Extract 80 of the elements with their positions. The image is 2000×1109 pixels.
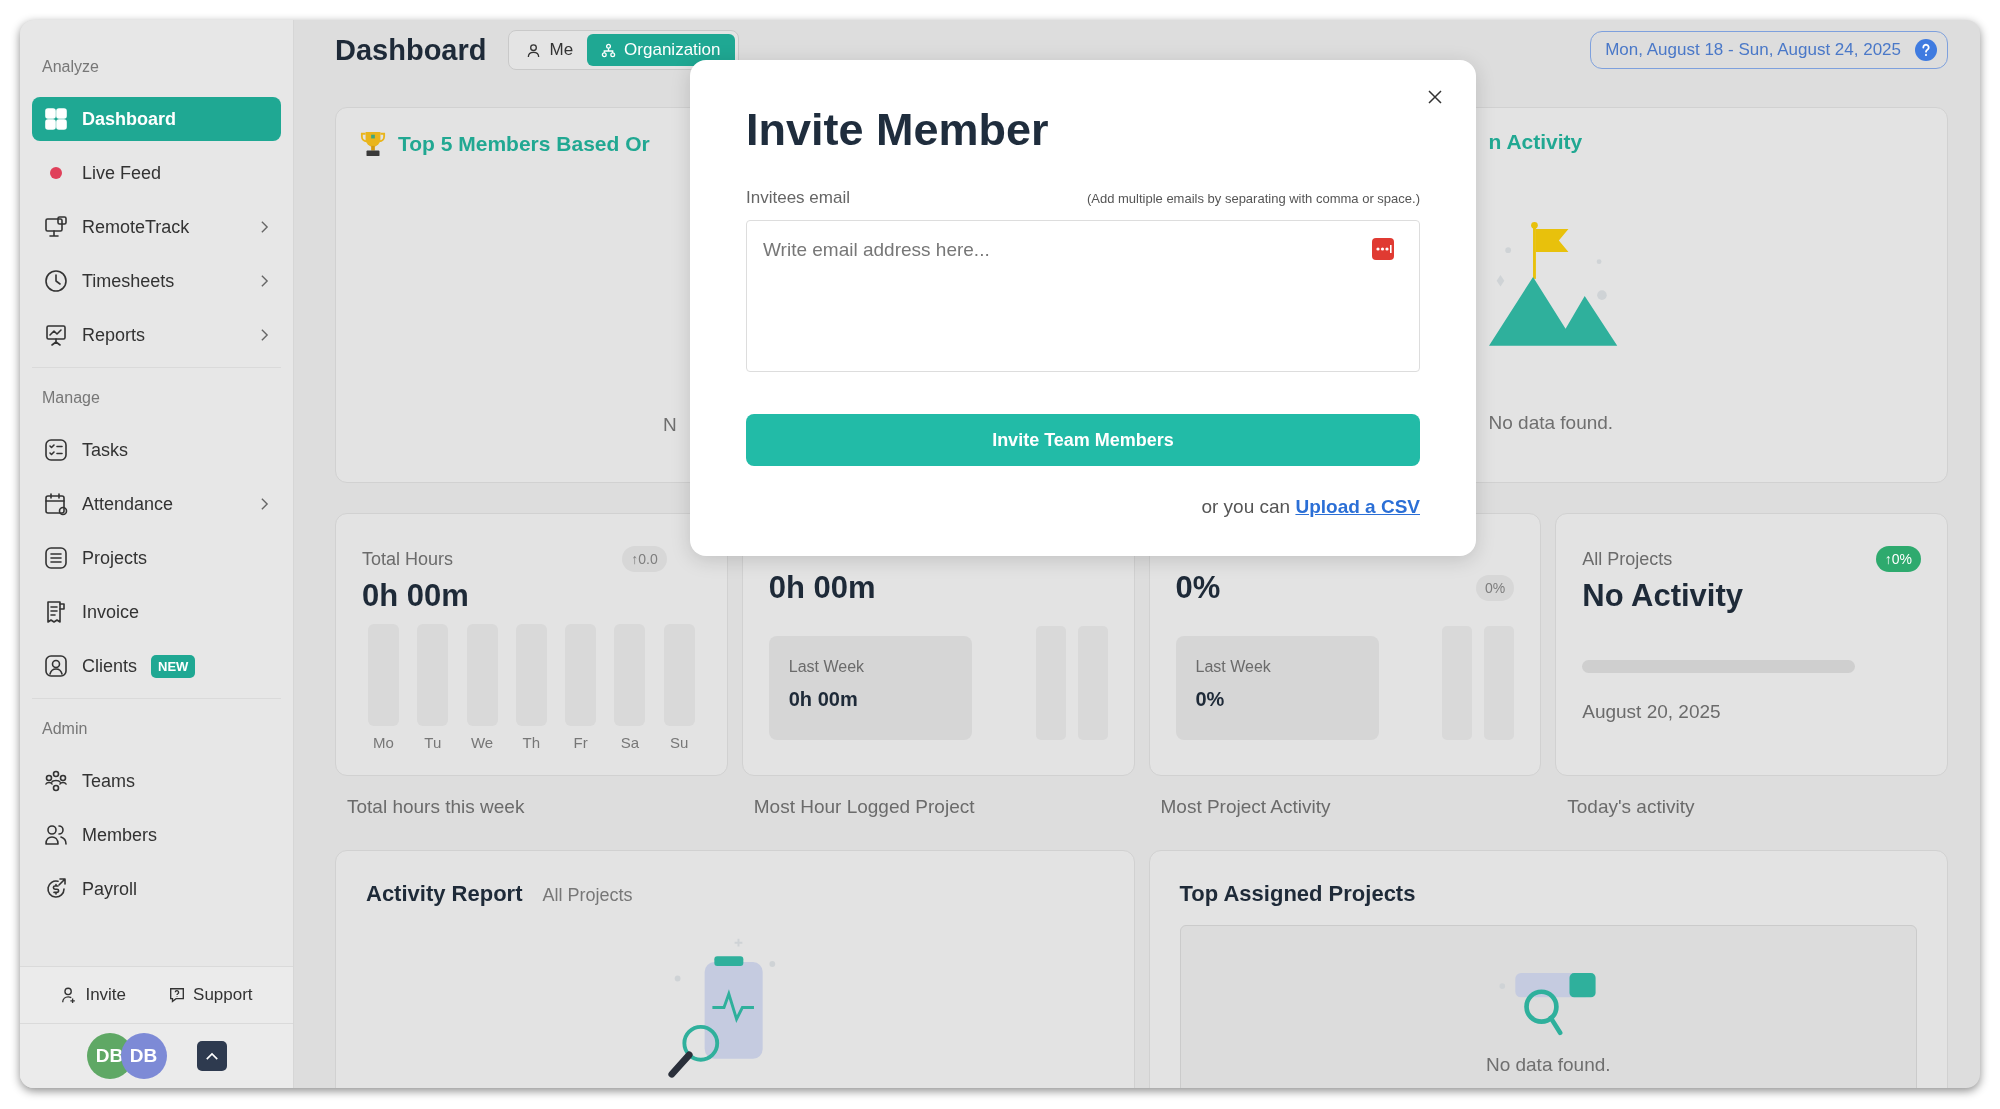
sidebar-item[interactable]: Clients NEW [32,644,281,688]
sidebar-item[interactable]: Attendance [32,482,281,526]
change-badge: ↑0.0 [622,546,667,572]
sidebar-item[interactable]: Reports [32,313,281,357]
group-icon [44,769,68,793]
day-label: We [470,734,494,751]
field-label: Invitees email [746,188,850,208]
new-badge: NEW [151,654,196,678]
close-icon [1428,90,1442,104]
stat-caption: Total hours this week [346,796,526,818]
email-field[interactable]: Write email address here... [746,220,1420,372]
stat-value: 0h 00m [768,570,876,606]
sidebar-item[interactable]: Live Feed [32,151,281,195]
change-badge: 0% [1476,575,1515,601]
stat-caption: Most Project Activity [1159,796,1332,818]
stat-value: No Activity [1582,578,1745,614]
day-label: Tu [424,734,442,751]
section-heading: Admin [41,719,89,739]
dollar-coin-icon [44,877,68,901]
sidebar-item[interactable]: Payroll [32,867,281,911]
stat-value: 0% [1175,570,1221,606]
section-heading: Analyze [41,57,100,77]
sidebar-item[interactable]: Projects [32,536,281,580]
day-label: Fr [573,734,588,751]
stat-label: All Projects [1582,548,1673,570]
user-card-icon [44,654,68,678]
list-icon [44,546,68,570]
sidebar-item[interactable]: Timesheets [32,259,281,303]
monitor-icon [44,215,68,239]
grid-icon [44,107,68,131]
user-icon [526,42,542,58]
hierarchy-icon [601,42,617,58]
support-link[interactable]: Support [162,984,259,1006]
change-badge: ↑0% [1875,546,1921,572]
sidebar-item[interactable]: Members [32,813,281,857]
empty-message: No data found. [1485,1054,1611,1076]
day-label: Sa [620,734,640,751]
stat-value: 0h 00m [362,578,470,614]
page-title: Dashboard [335,33,487,67]
field-hint: (Add multiple emails by separating with comma or space.) [1086,191,1420,206]
chat-question-icon [168,986,187,1004]
chart-board-icon [44,323,68,347]
scope-tab[interactable]: Me [512,34,588,66]
ellipsis-icon[interactable] [1372,238,1394,260]
people-icon [44,823,68,847]
receipt-icon [44,600,68,624]
sidebar-item[interactable]: Tasks [32,428,281,472]
sidebar-item[interactable]: Teams [32,759,281,803]
calendar-icon [44,492,68,516]
last-week-value: 0% [1195,688,1226,711]
last-week-label: Last Week [1195,658,1272,676]
card-title: Activity Report [366,881,523,907]
card-title: Top Assigned Projects [1179,881,1417,907]
invite-link[interactable]: Invite [54,984,133,1006]
dialog-title: Invite Member [746,104,1050,156]
sidebar-item[interactable]: RemoteTrack [32,205,281,249]
expand-button[interactable] [196,1041,227,1071]
last-week-value: 0h 00m [788,688,859,711]
day-label: Su [670,734,689,751]
empty-message: No data found. [1488,412,1614,434]
empty-message: N [662,414,678,436]
stat-caption: Today's activity [1566,796,1696,818]
section-heading: Manage [41,388,101,408]
help-icon [1915,39,1937,61]
sidebar-item[interactable]: Invoice [32,590,281,634]
stat-label: Total Hours [362,548,454,570]
day-label: Th [522,734,541,751]
clock-icon [44,269,68,293]
chevron-up-icon [204,1051,219,1061]
day-label: Mo [373,734,394,751]
checklist-icon [44,438,68,462]
last-week-label: Last Week [788,658,866,676]
card-title: Top 5 Members Based Or [398,132,650,156]
activity-date: August 20, 2025 [1582,701,1722,723]
upload-hint: or you can Upload a CSV [1200,496,1420,518]
stat-caption: Most Hour Logged Project [752,796,976,818]
trophy-icon [360,130,386,158]
upload-link[interactable]: Upload a CSV [1295,496,1420,517]
card-subtitle: All Projects [542,885,633,906]
card-title: n Activity [1488,130,1583,154]
